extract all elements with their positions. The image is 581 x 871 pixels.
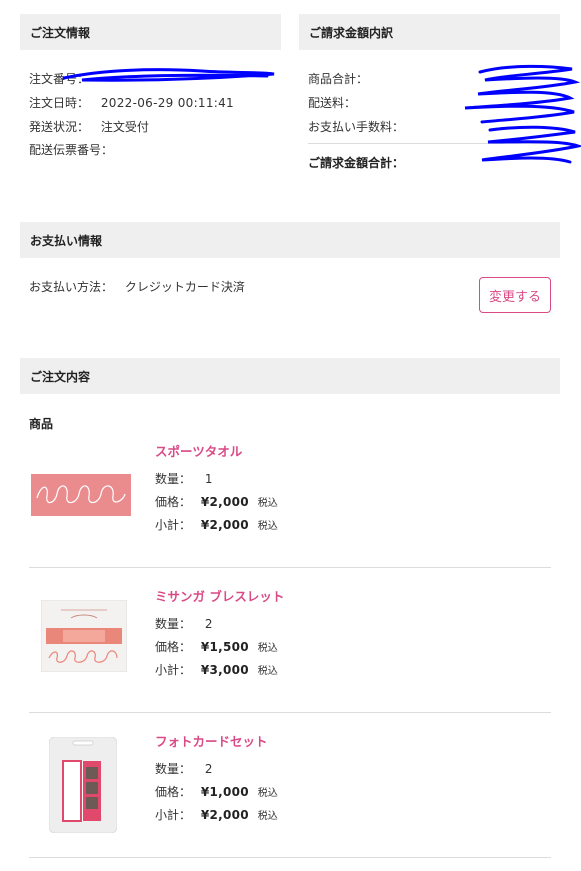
subtotal-label: 小計： <box>155 518 192 532</box>
product-qty-row: 数量： 2 <box>155 615 212 632</box>
billing-subtotal-label: 商品合計： <box>308 72 369 86</box>
tax-label: 税込 <box>257 811 278 822</box>
price-value: ¥1,000 <box>200 785 249 799</box>
order-info-header: ご注文情報 <box>20 14 281 50</box>
product-image-towel <box>31 474 131 516</box>
price-label: 価格： <box>155 785 192 799</box>
qty-label: 数量： <box>155 472 192 486</box>
billing-header: ご請求金額内訳 <box>299 14 560 50</box>
billing-total-row: ご請求金額合計： <box>308 154 404 171</box>
product-name[interactable]: ミサンガ ブレスレット <box>155 586 284 605</box>
price-value: ¥2,000 <box>200 495 249 509</box>
order-contents-header: ご注文内容 <box>20 358 560 394</box>
redaction-scribble <box>464 64 581 164</box>
product-subtotal-row: 小計： ¥3,000 税込 <box>155 661 278 678</box>
tax-label: 税込 <box>257 521 278 532</box>
item-divider <box>29 712 551 713</box>
change-payment-button[interactable]: 変更する <box>479 277 551 313</box>
payment-method-value: クレジットカード決済 <box>124 280 245 294</box>
billing-shipping-label: 配送料： <box>308 96 357 110</box>
payment-method-row: お支払い方法： クレジットカード決済 <box>29 278 245 295</box>
billing-total-label: ご請求金額合計： <box>308 156 405 170</box>
order-status-value: 注文受付 <box>100 120 149 134</box>
product-price-row: 価格： ¥1,000 税込 <box>155 783 278 800</box>
qty-value: 2 <box>204 617 213 631</box>
tracking-number-label: 配送伝票番号： <box>29 143 114 157</box>
billing-subtotal-row: 商品合計： <box>308 70 368 87</box>
order-date-value: 2022-06-29 00:11:41 <box>100 96 234 110</box>
price-value: ¥1,500 <box>200 640 249 654</box>
subtotal-label: 小計： <box>155 808 192 822</box>
product-subtotal-row: 小計： ¥2,000 税込 <box>155 516 278 533</box>
order-status-row: 発送状況： 注文受付 <box>29 118 149 135</box>
order-info-title: ご注文情報 <box>30 25 91 40</box>
product-qty-row: 数量： 2 <box>155 760 212 777</box>
subtotal-value: ¥3,000 <box>200 663 249 677</box>
item-divider <box>29 567 551 568</box>
billing-fee-row: お支払い手数料： <box>308 118 404 135</box>
subtotal-label: 小計： <box>155 663 192 677</box>
qty-value: 2 <box>204 762 213 776</box>
product-price-row: 価格： ¥1,500 税込 <box>155 638 278 655</box>
product-image-photocard-set <box>49 737 117 833</box>
payment-title: お支払い情報 <box>30 233 103 248</box>
price-label: 価格： <box>155 640 192 654</box>
tracking-number-row: 配送伝票番号： <box>29 141 113 158</box>
tax-label: 税込 <box>257 666 278 677</box>
payment-header: お支払い情報 <box>20 222 560 258</box>
product-subtotal-row: 小計： ¥2,000 税込 <box>155 806 278 823</box>
redaction-scribble <box>62 68 275 82</box>
product-name[interactable]: スポーツタオル <box>155 441 242 460</box>
order-status-label: 発送状況： <box>29 120 90 134</box>
qty-value: 1 <box>204 472 213 486</box>
product-name[interactable]: フォトカードセット <box>155 731 268 750</box>
payment-method-label: お支払い方法： <box>29 280 114 294</box>
product-price-row: 価格： ¥2,000 税込 <box>155 493 278 510</box>
tax-label: 税込 <box>257 498 278 509</box>
qty-label: 数量： <box>155 762 192 776</box>
item-divider <box>29 857 551 858</box>
price-label: 価格： <box>155 495 192 509</box>
order-contents-title: ご注文内容 <box>30 369 91 384</box>
billing-shipping-row: 配送料： <box>308 94 356 111</box>
products-heading: 商品 <box>29 417 54 431</box>
billing-title: ご請求金額内訳 <box>309 25 394 40</box>
billing-fee-label: お支払い手数料： <box>308 120 405 134</box>
subtotal-value: ¥2,000 <box>200 808 249 822</box>
order-date-label: 注文日時： <box>29 96 90 110</box>
tax-label: 税込 <box>257 643 278 654</box>
qty-label: 数量： <box>155 617 192 631</box>
product-qty-row: 数量： 1 <box>155 470 212 487</box>
subtotal-value: ¥2,000 <box>200 518 249 532</box>
product-image-bracelet <box>41 600 127 672</box>
order-date-row: 注文日時： 2022-06-29 00:11:41 <box>29 94 234 111</box>
tax-label: 税込 <box>257 788 278 799</box>
